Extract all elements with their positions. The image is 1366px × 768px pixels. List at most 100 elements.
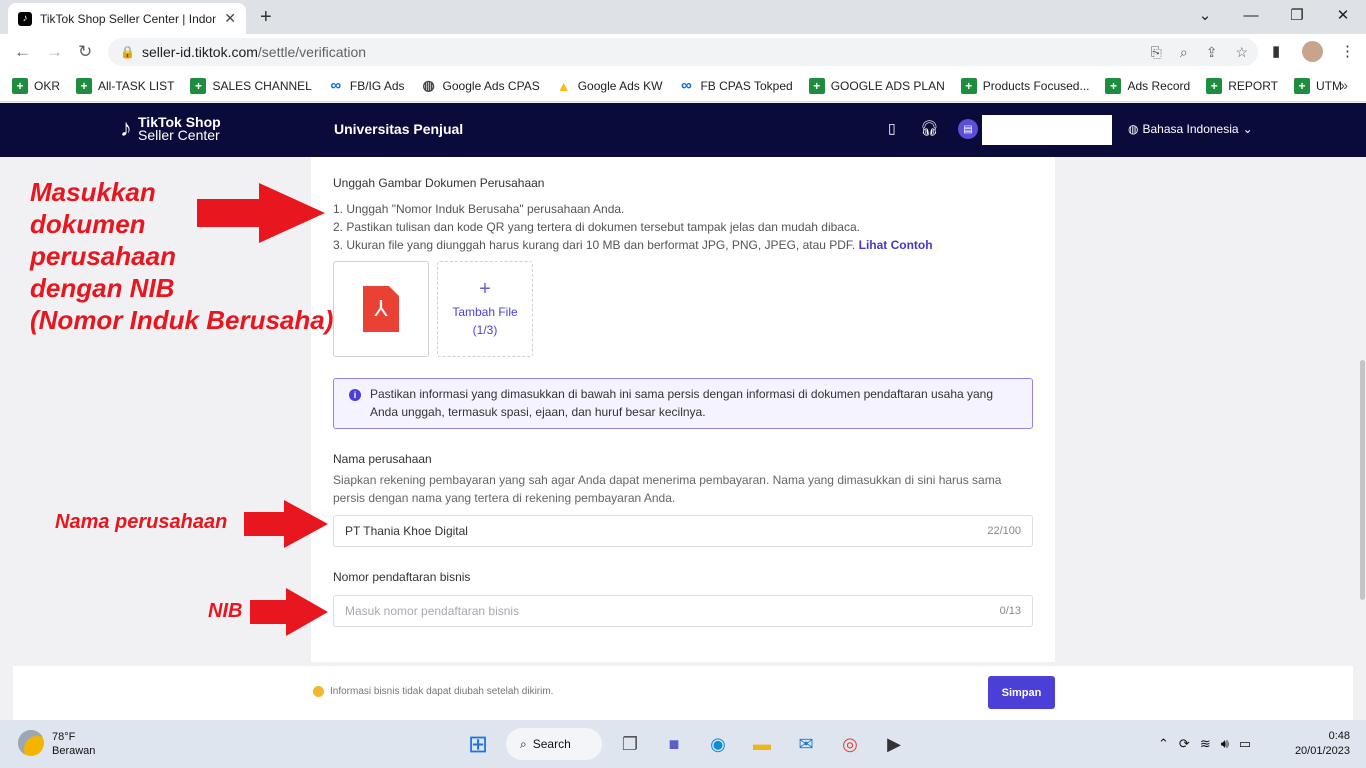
bookmark-fb-ig-ads[interactable]: ∞ FB/IG Ads [328,77,405,94]
minimize-icon[interactable]: — [1228,0,1274,30]
bookmark-google-ads-plan[interactable]: + GOOGLE ADS PLAN [808,77,945,94]
windows-taskbar: 78°F Berawan ⊞ ⌕ Search ❐ ■ ◉ ▬ ✉ ◎ ▶ ⌃ ⟳… [0,720,1366,768]
company-name-description: Siapkan rekening pembayaran yang sah aga… [333,473,1002,505]
sheets-icon: + [190,77,207,94]
sheets-icon: + [808,77,825,94]
system-tray: ⌃ ⟳ ≋ 🔊︎ ▭ [1158,736,1251,752]
menu-icon[interactable]: ⋮ [1340,42,1355,60]
support-headset-icon[interactable]: 🎧︎ [920,119,939,137]
mobile-icon[interactable]: ▯ [888,120,896,137]
bookmark-fb-cpas-tokped[interactable]: ∞ FB CPAS Tokped [678,77,793,94]
annotation-company-name: Nama perusahaan [55,511,228,533]
reload-icon[interactable]: ↻ [78,42,92,62]
save-button[interactable]: Simpan [988,676,1055,709]
instruction-step-2: 2. Pastikan tulisan dan kode QR yang ter… [333,220,860,234]
windows-start-icon[interactable]: ⊞ [462,728,494,760]
tiktok-shop-logo[interactable]: ♪ TikTok Shop Seller Center [120,115,221,143]
instruction-step-3: 3. Ukuran file yang diunggah harus kuran… [333,238,856,252]
bookmark-okr[interactable]: + OKR [12,77,60,94]
sheets-icon: + [1293,77,1310,94]
upload-instructions: 1. Unggah "Nomor Induk Berusaha" perusah… [333,200,933,254]
bookmark-report[interactable]: + REPORT [1206,77,1278,94]
info-icon: i [349,389,361,401]
tab-search-chevron-icon[interactable]: ⌄ [1182,0,1228,30]
close-tab-icon[interactable]: ✕ [224,10,236,27]
language-selector[interactable]: ◍ Bahasa Indonesia ⌄ [1128,122,1253,136]
add-file-label: Tambah File [452,305,518,319]
sheets-icon: + [960,77,977,94]
address-bar-row: ← → ↻ 🔒 seller-id.tiktok.com/settle/veri… [0,34,1366,70]
page-scrollbar[interactable] [1360,360,1365,600]
partly-cloudy-icon [18,730,44,756]
add-file-count: (1/3) [472,323,498,337]
language-label: Bahasa Indonesia [1142,122,1239,136]
meta-icon: ∞ [330,77,342,94]
bookmarks-bar: + OKR + All-TASK LIST + SALES CHANNEL ∞ FB/I… [0,70,1366,102]
back-icon[interactable]: ← [14,42,31,62]
window-controls: ⌄ — ❐ ✕ [1182,0,1366,30]
info-notice: i Pastikan informasi yang dimasukkan di … [333,378,1033,429]
clock-time: 0:48 [1328,730,1350,742]
search-icon: ⌕ [520,736,527,751]
side-panel-icon[interactable]: ▮ [1272,42,1280,60]
footer-warning: Informasi bisnis tidak dapat diubah sete… [313,686,553,697]
profile-avatar[interactable] [1302,41,1323,62]
weather-widget[interactable]: 78°F Berawan [18,730,95,758]
info-notice-text: Pastikan informasi yang dimasukkan di ba… [370,387,994,419]
zoom-icon[interactable]: ⌕ [1180,38,1188,66]
close-window-icon[interactable]: ✕ [1320,0,1366,30]
bookmark-utm[interactable]: + UTM [1293,77,1342,94]
bookmark-google-ads-cpas[interactable]: ◍ Google Ads CPAS [421,77,539,94]
plus-icon: + [479,278,491,300]
bookmark-star-icon[interactable]: ☆ [1235,38,1248,66]
chevron-down-icon: ⌄ [1242,122,1253,136]
footer-action-bar: Informasi bisnis tidak dapat diubah sete… [13,666,1353,720]
annotation-arrow-1 [197,183,325,243]
task-view-icon[interactable]: ❐ [614,728,646,760]
company-name-label: Nama perusahaan [333,452,432,466]
tray-overflow-icon[interactable]: ⌃ [1158,736,1169,752]
nib-field[interactable]: Masuk nomor pendaftaran bisnis 0/13 [333,595,1033,627]
nib-placeholder: Masuk nomor pendaftaran bisnis [345,604,520,618]
bookmark-products-focused[interactable]: + Products Focused... [960,77,1089,94]
company-name-field[interactable]: PT Thania Khoe Digital 22/100 [333,515,1033,547]
volume-icon[interactable]: 🔊︎ [1221,736,1229,752]
bookmark-all-task-list[interactable]: + All-TASK LIST [76,77,174,94]
taskbar-search[interactable]: ⌕ Search [506,728,602,760]
browser-tab[interactable]: ♪ TikTok Shop Seller Center | Indonesia … [8,3,246,34]
sync-icon[interactable]: ⟳ [1179,736,1190,752]
bookmark-ads-record[interactable]: + Ads Record [1105,77,1190,94]
shop-avatar-icon[interactable]: ▤ [958,119,978,139]
wifi-icon[interactable]: ≋ [1200,736,1211,752]
app-header: ♪ TikTok Shop Seller Center Universitas … [0,103,1366,157]
warning-icon [313,686,324,697]
annotation-arrow-2 [244,500,328,548]
translate-icon[interactable]: ⎘ [1151,38,1162,66]
restore-icon[interactable]: ❐ [1274,0,1320,30]
bookmarks-overflow-icon[interactable]: » [1340,77,1348,93]
forward-icon[interactable]: → [46,42,63,62]
chrome-icon[interactable]: ◎ [834,728,866,760]
account-name-box[interactable] [982,115,1112,145]
battery-icon[interactable]: ▭ [1239,736,1251,752]
seller-university-link[interactable]: Universitas Penjual [334,121,463,137]
lock-icon: 🔒 [120,45,135,59]
bookmark-sales-channel[interactable]: + SALES CHANNEL [190,77,312,94]
media-player-icon[interactable]: ▶ [878,728,910,760]
bookmark-google-ads-kw[interactable]: ▲ Google Ads KW [556,78,663,94]
uploaded-file-thumbnail[interactable]: ⅄ [333,261,429,357]
url-field[interactable]: 🔒 seller-id.tiktok.com/settle/verificati… [108,38,1258,66]
share-icon[interactable]: ⇪ [1206,38,1218,66]
logo-bottom-text: Seller Center [138,127,220,143]
edge-browser-icon[interactable]: ◉ [702,728,734,760]
view-example-link[interactable]: Lihat Contoh [859,238,933,252]
new-tab-icon[interactable]: + [260,6,272,29]
file-explorer-icon[interactable]: ▬ [746,728,778,760]
footer-warning-text: Informasi bisnis tidak dapat diubah sete… [330,686,554,697]
teams-chat-icon[interactable]: ■ [658,728,690,760]
mail-icon[interactable]: ✉ [790,728,822,760]
add-file-button[interactable]: + Tambah File (1/3) [437,261,533,357]
nib-counter: 0/13 [999,605,1021,617]
sheets-icon: + [12,77,28,94]
system-clock[interactable]: 0:48 20/01/2023 [1295,729,1350,759]
